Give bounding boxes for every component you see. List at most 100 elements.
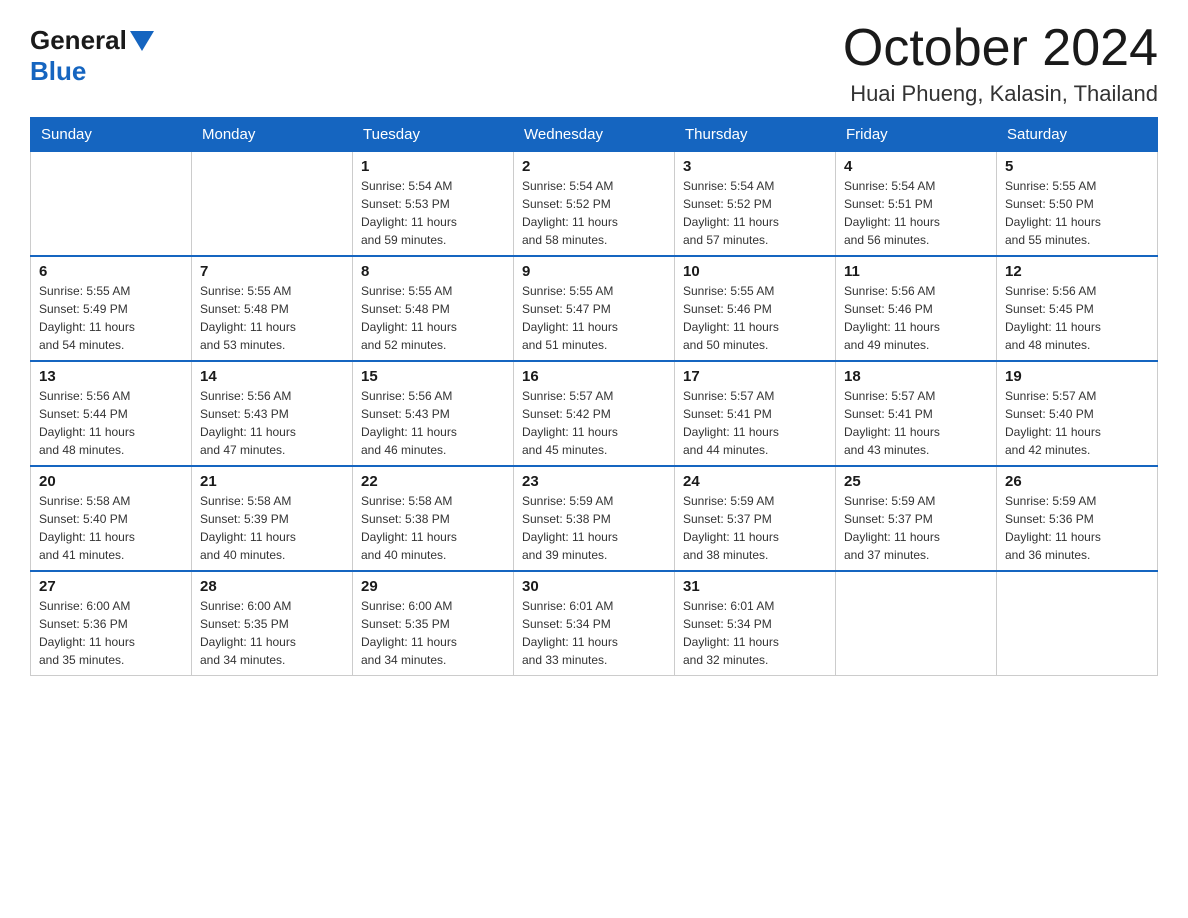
calendar-day-cell: 8 Sunrise: 5:55 AMSunset: 5:48 PMDaylight… — [353, 256, 514, 361]
day-info: Sunrise: 5:55 AMSunset: 5:50 PMDaylight:… — [1005, 177, 1149, 249]
calendar-day-cell: 16Sunrise: 5:57 AMSunset: 5:42 PMDayligh… — [514, 361, 675, 466]
logo-general-text: General — [30, 25, 127, 56]
day-info: Sunrise: 5:59 AMSunset: 5:38 PMDaylight:… — [522, 492, 666, 564]
day-info: Sunrise: 6:01 AMSunset: 5:34 PMDaylight:… — [683, 597, 827, 669]
calendar-day-cell: 25 Sunrise: 5:59 AMSunset: 5:37 PMDayligh… — [836, 466, 997, 571]
day-number: 29 — [361, 578, 505, 595]
day-number: 3 — [683, 158, 827, 175]
calendar-day-cell: 15Sunrise: 5:56 AMSunset: 5:43 PMDayligh… — [353, 361, 514, 466]
calendar-day-cell: 30Sunrise: 6:01 AMSunset: 5:34 PMDayligh… — [514, 571, 675, 676]
calendar-day-cell: 9 Sunrise: 5:55 AMSunset: 5:47 PMDaylight… — [514, 256, 675, 361]
day-number: 17 — [683, 368, 827, 385]
day-info: Sunrise: 6:00 AMSunset: 5:35 PMDaylight:… — [200, 597, 344, 669]
day-number: 7 — [200, 263, 344, 280]
calendar-day-cell: 17 Sunrise: 5:57 AMSunset: 5:41 PMDayligh… — [675, 361, 836, 466]
calendar-day-cell: 20 Sunrise: 5:58 AMSunset: 5:40 PMDayligh… — [31, 466, 192, 571]
column-header-friday: Friday — [836, 118, 997, 152]
day-number: 21 — [200, 473, 344, 490]
day-number: 1 — [361, 158, 505, 175]
calendar-day-cell: 19Sunrise: 5:57 AMSunset: 5:40 PMDayligh… — [997, 361, 1158, 466]
day-number: 27 — [39, 578, 183, 595]
day-number: 20 — [39, 473, 183, 490]
calendar-day-cell: 31Sunrise: 6:01 AMSunset: 5:34 PMDayligh… — [675, 571, 836, 676]
calendar-day-cell: 13 Sunrise: 5:56 AMSunset: 5:44 PMDayligh… — [31, 361, 192, 466]
day-info: Sunrise: 5:55 AMSunset: 5:48 PMDaylight:… — [361, 282, 505, 354]
page-header: General Blue October 2024 Huai Phueng, K… — [30, 20, 1158, 107]
day-number: 10 — [683, 263, 827, 280]
calendar-day-cell: 18 Sunrise: 5:57 AMSunset: 5:41 PMDayligh… — [836, 361, 997, 466]
day-number: 18 — [844, 368, 988, 385]
calendar-week-row: 1 Sunrise: 5:54 AMSunset: 5:53 PMDaylight… — [31, 152, 1158, 257]
day-info: Sunrise: 5:57 AMSunset: 5:41 PMDaylight:… — [844, 387, 988, 459]
day-info: Sunrise: 5:54 AMSunset: 5:52 PMDaylight:… — [522, 177, 666, 249]
day-info: Sunrise: 5:59 AMSunset: 5:37 PMDaylight:… — [683, 492, 827, 564]
day-info: Sunrise: 5:56 AMSunset: 5:43 PMDaylight:… — [200, 387, 344, 459]
day-number: 13 — [39, 368, 183, 385]
column-header-monday: Monday — [192, 118, 353, 152]
day-info: Sunrise: 5:54 AMSunset: 5:51 PMDaylight:… — [844, 177, 988, 249]
day-number: 22 — [361, 473, 505, 490]
logo: General Blue — [30, 20, 157, 87]
day-info: Sunrise: 5:54 AMSunset: 5:53 PMDaylight:… — [361, 177, 505, 249]
day-info: Sunrise: 5:55 AMSunset: 5:48 PMDaylight:… — [200, 282, 344, 354]
calendar-day-cell: 14Sunrise: 5:56 AMSunset: 5:43 PMDayligh… — [192, 361, 353, 466]
day-info: Sunrise: 5:56 AMSunset: 5:44 PMDaylight:… — [39, 387, 183, 459]
calendar-day-cell: 10 Sunrise: 5:55 AMSunset: 5:46 PMDayligh… — [675, 256, 836, 361]
day-info: Sunrise: 5:58 AMSunset: 5:40 PMDaylight:… — [39, 492, 183, 564]
calendar-day-cell: 3 Sunrise: 5:54 AMSunset: 5:52 PMDaylight… — [675, 152, 836, 257]
day-info: Sunrise: 6:00 AMSunset: 5:36 PMDaylight:… — [39, 597, 183, 669]
day-number: 28 — [200, 578, 344, 595]
location-title: Huai Phueng, Kalasin, Thailand — [843, 81, 1158, 107]
day-info: Sunrise: 5:55 AMSunset: 5:46 PMDaylight:… — [683, 282, 827, 354]
calendar-week-row: 6 Sunrise: 5:55 AMSunset: 5:49 PMDaylight… — [31, 256, 1158, 361]
calendar-day-cell: 21 Sunrise: 5:58 AMSunset: 5:39 PMDayligh… — [192, 466, 353, 571]
day-number: 12 — [1005, 263, 1149, 280]
calendar-day-cell: 23 Sunrise: 5:59 AMSunset: 5:38 PMDayligh… — [514, 466, 675, 571]
logo-triangle-icon — [130, 31, 154, 51]
calendar-day-cell: 2Sunrise: 5:54 AMSunset: 5:52 PMDaylight… — [514, 152, 675, 257]
day-info: Sunrise: 6:00 AMSunset: 5:35 PMDaylight:… — [361, 597, 505, 669]
calendar-day-cell: 1 Sunrise: 5:54 AMSunset: 5:53 PMDaylight… — [353, 152, 514, 257]
day-number: 23 — [522, 473, 666, 490]
day-info: Sunrise: 5:59 AMSunset: 5:37 PMDaylight:… — [844, 492, 988, 564]
month-title: October 2024 — [843, 20, 1158, 77]
day-number: 8 — [361, 263, 505, 280]
day-info: Sunrise: 5:58 AMSunset: 5:39 PMDaylight:… — [200, 492, 344, 564]
day-number: 9 — [522, 263, 666, 280]
day-info: Sunrise: 5:57 AMSunset: 5:42 PMDaylight:… — [522, 387, 666, 459]
day-info: Sunrise: 6:01 AMSunset: 5:34 PMDaylight:… — [522, 597, 666, 669]
empty-cell — [997, 571, 1158, 676]
column-header-thursday: Thursday — [675, 118, 836, 152]
day-info: Sunrise: 5:57 AMSunset: 5:41 PMDaylight:… — [683, 387, 827, 459]
calendar-week-row: 27 Sunrise: 6:00 AMSunset: 5:36 PMDayligh… — [31, 571, 1158, 676]
day-info: Sunrise: 5:56 AMSunset: 5:43 PMDaylight:… — [361, 387, 505, 459]
calendar-day-cell: 5Sunrise: 5:55 AMSunset: 5:50 PMDaylight… — [997, 152, 1158, 257]
calendar-day-cell: 24 Sunrise: 5:59 AMSunset: 5:37 PMDayligh… — [675, 466, 836, 571]
calendar-day-cell: 4 Sunrise: 5:54 AMSunset: 5:51 PMDaylight… — [836, 152, 997, 257]
day-number: 24 — [683, 473, 827, 490]
column-header-sunday: Sunday — [31, 118, 192, 152]
day-number: 6 — [39, 263, 183, 280]
day-number: 25 — [844, 473, 988, 490]
calendar-day-cell: 22 Sunrise: 5:58 AMSunset: 5:38 PMDayligh… — [353, 466, 514, 571]
logo-blue-text: Blue — [30, 56, 86, 87]
calendar-day-cell: 26Sunrise: 5:59 AMSunset: 5:36 PMDayligh… — [997, 466, 1158, 571]
day-number: 26 — [1005, 473, 1149, 490]
calendar-header-row: SundayMondayTuesdayWednesdayThursdayFrid… — [31, 118, 1158, 152]
day-info: Sunrise: 5:54 AMSunset: 5:52 PMDaylight:… — [683, 177, 827, 249]
column-header-saturday: Saturday — [997, 118, 1158, 152]
day-number: 19 — [1005, 368, 1149, 385]
title-block: October 2024 Huai Phueng, Kalasin, Thail… — [843, 20, 1158, 107]
calendar-day-cell: 28 Sunrise: 6:00 AMSunset: 5:35 PMDayligh… — [192, 571, 353, 676]
day-info: Sunrise: 5:55 AMSunset: 5:47 PMDaylight:… — [522, 282, 666, 354]
day-info: Sunrise: 5:55 AMSunset: 5:49 PMDaylight:… — [39, 282, 183, 354]
empty-cell — [192, 152, 353, 257]
calendar-day-cell: 11Sunrise: 5:56 AMSunset: 5:46 PMDayligh… — [836, 256, 997, 361]
day-info: Sunrise: 5:56 AMSunset: 5:45 PMDaylight:… — [1005, 282, 1149, 354]
day-number: 11 — [844, 263, 988, 280]
day-info: Sunrise: 5:58 AMSunset: 5:38 PMDaylight:… — [361, 492, 505, 564]
column-header-wednesday: Wednesday — [514, 118, 675, 152]
calendar-table: SundayMondayTuesdayWednesdayThursdayFrid… — [30, 117, 1158, 676]
day-number: 4 — [844, 158, 988, 175]
calendar-week-row: 13 Sunrise: 5:56 AMSunset: 5:44 PMDayligh… — [31, 361, 1158, 466]
